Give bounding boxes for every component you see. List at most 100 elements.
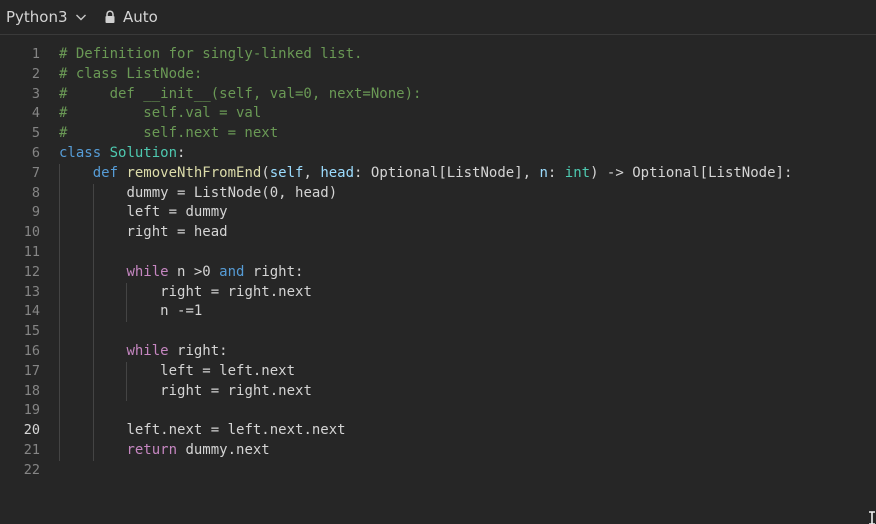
indent-guide <box>92 401 94 422</box>
code-text: left.next = left.next.next <box>126 421 345 441</box>
code-text: n -=1 <box>160 302 202 322</box>
code-area[interactable]: 1 # Definition for singly-linked list. 2 # … <box>0 45 876 481</box>
line-number: 2 <box>31 65 40 82</box>
code-token: class <box>59 144 102 161</box>
code-line[interactable]: 2 # class ListNode: <box>0 65 876 85</box>
line-number: 4 <box>31 105 40 122</box>
lock-icon <box>104 10 116 24</box>
code-text: def removeNthFromEnd(self, head: Optiona… <box>93 164 793 184</box>
indent-guide <box>59 401 60 422</box>
indent-guide <box>92 322 94 342</box>
indent-guide <box>126 282 128 303</box>
code-token: right = head <box>126 224 228 241</box>
code-token: right: <box>244 263 304 280</box>
code-line[interactable]: 5 # self.next = next <box>0 124 876 144</box>
code-line[interactable]: 18 right = right.next <box>0 381 876 402</box>
code-text: right = right.next <box>160 283 312 303</box>
code-editor[interactable]: Python3 Auto 1 # Definition for singly-li… <box>0 0 876 524</box>
line-number: 1 <box>31 46 40 62</box>
code-line[interactable]: 17 left = left.next <box>0 361 876 382</box>
code-line[interactable]: 3 # def __init__(self, val=0, next=None): <box>0 85 876 105</box>
code-line[interactable]: 21 return dummy.next <box>0 440 876 461</box>
indent-guide <box>59 242 60 263</box>
code-line[interactable]: 13 right = right.next <box>0 282 876 303</box>
code-text: while n >0 and right: <box>126 263 303 283</box>
indent-guide <box>92 223 94 243</box>
text-cursor-icon <box>868 510 876 524</box>
code-text: dummy = ListNode(0, head) <box>126 184 337 204</box>
code-token: head <box>320 164 355 181</box>
code-line[interactable]: 15 <box>0 322 876 342</box>
line-number: 18 <box>23 382 40 399</box>
indent-guide <box>92 440 94 461</box>
line-number: 22 <box>23 461 40 478</box>
line-number: 15 <box>23 323 40 340</box>
language-label: Python3 <box>6 8 68 26</box>
code-line[interactable]: 16 while right: <box>0 341 876 362</box>
line-number: 9 <box>31 204 40 221</box>
code-line[interactable]: 14 n -=1 <box>0 302 876 323</box>
code-token: dummy.next <box>177 441 270 458</box>
code-token: Solution <box>109 144 178 161</box>
indent-guide <box>59 302 60 323</box>
indent-guide <box>92 262 94 283</box>
code-token: right = right.next <box>160 283 312 300</box>
code-text: class Solution: <box>59 144 185 164</box>
code-text: left = dummy <box>126 203 227 223</box>
code-token: : <box>177 144 186 161</box>
code-token: : <box>547 164 565 181</box>
code-text: # class ListNode: <box>59 65 202 85</box>
code-token: right: <box>168 342 228 359</box>
code-token: right = right.next <box>160 382 312 399</box>
line-number: 12 <box>23 263 40 280</box>
code-token: dummy = ListNode(0, head) <box>126 184 338 201</box>
code-token: # self.next = next <box>59 125 279 142</box>
code-line[interactable]: 9 left = dummy <box>0 203 876 224</box>
line-number: 11 <box>23 243 40 260</box>
line-number: 8 <box>31 184 40 201</box>
line-number: 7 <box>31 164 40 181</box>
code-line[interactable]: 4 # self.val = val <box>0 104 876 124</box>
line-number: 3 <box>31 85 40 102</box>
code-line[interactable]: 20 left.next = left.next.next <box>0 421 876 441</box>
code-token: while <box>126 263 169 280</box>
code-token: while <box>126 342 169 359</box>
indent-guide <box>92 341 94 362</box>
indent-guide <box>92 203 94 224</box>
code-line[interactable]: 11 <box>0 242 876 263</box>
line-number: 13 <box>23 283 40 300</box>
code-text: # self.next = next <box>59 124 278 144</box>
indent-guide <box>92 242 94 263</box>
line-number: 5 <box>31 125 40 142</box>
code-token: : Optional[ListNode], <box>354 164 540 181</box>
line-number: 6 <box>31 144 40 161</box>
indent-guide <box>92 381 94 402</box>
line-number: 20 <box>23 422 40 439</box>
indent-guide <box>59 183 60 204</box>
code-line[interactable]: 22 <box>0 461 876 481</box>
indent-guide <box>59 322 60 342</box>
language-select[interactable]: Python3 <box>6 7 87 27</box>
code-line[interactable]: 6 class Solution: <box>0 144 876 164</box>
code-line[interactable]: 1 # Definition for singly-linked list. <box>0 45 876 65</box>
chevron-down-icon <box>75 11 87 23</box>
code-line[interactable]: 19 <box>0 401 876 422</box>
code-line[interactable]: 7 def removeNthFromEnd(self, head: Option… <box>0 163 876 184</box>
line-number: 17 <box>23 362 40 379</box>
code-text: right = head <box>126 223 227 243</box>
auto-mode-toggle[interactable]: Auto <box>104 7 158 27</box>
indent-guide <box>92 183 94 204</box>
code-text: while right: <box>126 342 227 362</box>
code-line[interactable]: 12 while n >0 and right: <box>0 262 876 283</box>
indent-guide <box>59 163 60 184</box>
code-line[interactable]: 8 dummy = ListNode(0, head) <box>0 183 876 204</box>
indent-guide <box>59 361 60 382</box>
code-token: left = dummy <box>126 204 228 221</box>
code-token: int <box>564 164 591 181</box>
indent-guide <box>92 302 94 323</box>
code-line[interactable]: 10 right = head <box>0 223 876 243</box>
indent-guide <box>59 262 60 283</box>
code-token: # def __init__(self, val=0, next=None): <box>59 85 422 102</box>
code-token: ( <box>261 164 270 181</box>
code-token: n -=1 <box>160 303 203 320</box>
